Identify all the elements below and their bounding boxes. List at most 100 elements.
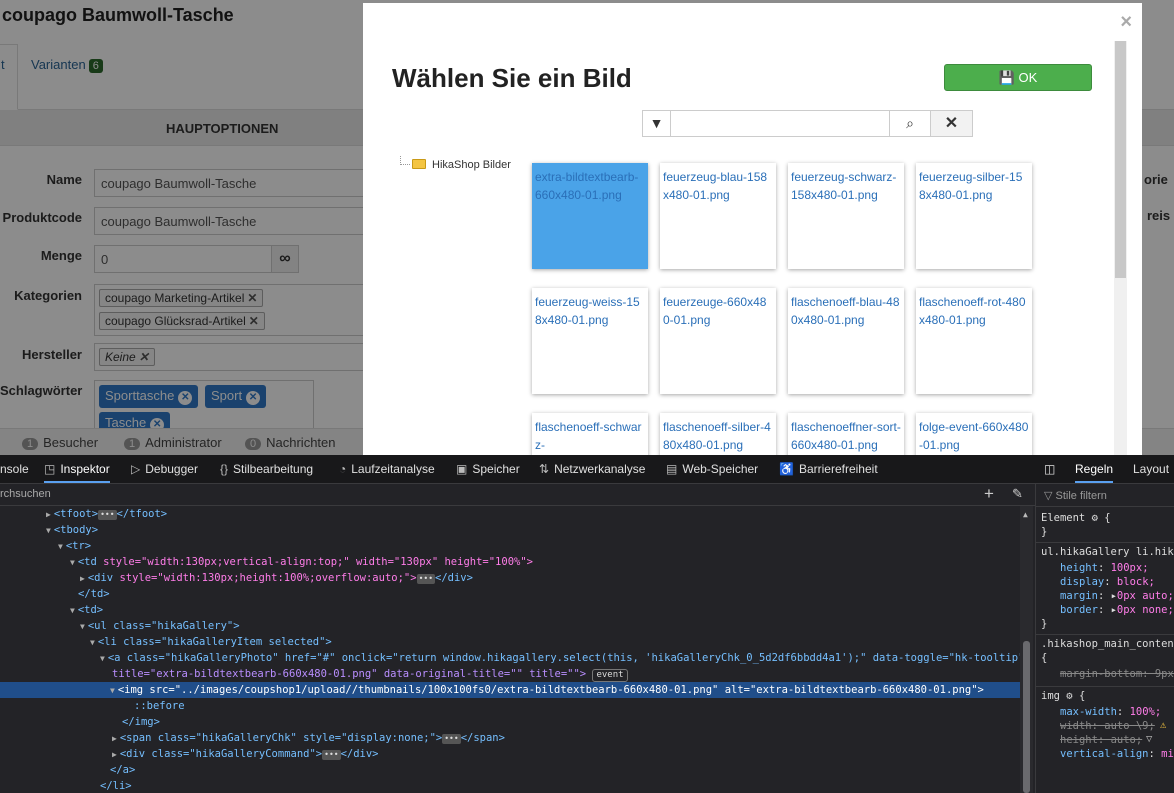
expand-icon[interactable]: ▶ bbox=[80, 574, 85, 583]
rules-panel: ▽ Stile filtern Element ⚙ { } ul.hikaGal… bbox=[1035, 484, 1174, 793]
collapse-icon[interactable]: ▼ bbox=[80, 622, 85, 631]
tab-layout[interactable]: Layout bbox=[1133, 462, 1169, 476]
tab-console[interactable]: nsole bbox=[0, 462, 29, 476]
clear-search-icon[interactable]: ✕ bbox=[930, 110, 973, 137]
collapse-icon[interactable]: ▼ bbox=[90, 638, 95, 647]
filter-icon[interactable]: ▼ bbox=[642, 110, 671, 137]
collapse-icon[interactable]: ▼ bbox=[100, 654, 105, 663]
tree-node[interactable]: </img> bbox=[0, 714, 1020, 730]
filter-styles-input[interactable]: ▽ Stile filtern bbox=[1036, 484, 1174, 507]
accessibility-icon: ♿ bbox=[779, 462, 794, 476]
search-icon[interactable]: ⌕ bbox=[889, 110, 931, 137]
tag-text: <li class="hikaGalleryItem selected"> bbox=[97, 636, 332, 648]
tree-node[interactable]: ▼ <li class="hikaGalleryItem selected"> bbox=[0, 634, 1020, 650]
rule-brace: { bbox=[1041, 652, 1048, 664]
sidebar-toggle-icon[interactable]: ◫ bbox=[1044, 462, 1055, 476]
rule-declaration[interactable]: vertical-align: mid bbox=[1060, 748, 1174, 760]
html-search-input[interactable]: rchsuchen bbox=[0, 488, 51, 500]
tree-node[interactable]: ::before bbox=[0, 698, 1020, 714]
add-node-icon[interactable]: + bbox=[984, 484, 994, 504]
gallery-item[interactable]: flaschenoeffner-sort-660x480-01.png bbox=[788, 413, 904, 455]
search-input[interactable] bbox=[670, 110, 890, 137]
scroll-up-icon[interactable]: ▲ bbox=[1023, 510, 1028, 519]
tree-node[interactable]: </li> bbox=[0, 778, 1020, 793]
tab-accessibility[interactable]: ♿ Barrierefreiheit bbox=[779, 462, 878, 476]
gallery-item[interactable]: feuerzeug-silber-158x480-01.png bbox=[916, 163, 1032, 269]
tree-node[interactable]: ▼ <td style="width:130px;vertical-align:t… bbox=[0, 554, 1020, 570]
collapse-icon[interactable]: ▼ bbox=[58, 542, 63, 551]
tree-node[interactable]: title="extra-bildtextbearb-660x480-01.pn… bbox=[0, 666, 1020, 682]
tab-performance[interactable]: ◔ Laufzeitanalyse bbox=[339, 462, 435, 476]
gallery-item[interactable]: flaschenoeff-schwarz- bbox=[532, 413, 648, 455]
tree-node[interactable]: ▼ <tbody> bbox=[0, 522, 1020, 538]
tab-rules[interactable]: Regeln bbox=[1075, 462, 1114, 483]
rule-declaration[interactable]: display: block; bbox=[1060, 576, 1155, 588]
tree-node[interactable]: ▼ <a class="hikaGalleryPhoto" href="#" on… bbox=[0, 650, 1020, 666]
scrollbar-thumb[interactable] bbox=[1023, 641, 1030, 793]
collapse-icon[interactable]: ▼ bbox=[46, 526, 51, 535]
folder-icon bbox=[412, 159, 426, 169]
prop-name: border bbox=[1060, 604, 1098, 616]
scrollbar-thumb[interactable] bbox=[1115, 41, 1126, 278]
tree-node-selected[interactable]: ▼ <img src="../images/coupshop1/upload//t… bbox=[0, 682, 1020, 698]
gallery-item[interactable]: feuerzeug-weiss-158x480-01.png bbox=[532, 288, 648, 394]
tree-node[interactable]: ▼ <tr> bbox=[0, 538, 1020, 554]
tree-node[interactable]: ▶ <span class="hikaGalleryChk" style="dis… bbox=[0, 730, 1020, 746]
tag-text: </div> bbox=[435, 572, 473, 584]
gallery-item[interactable]: folge-event-660x480-01.png bbox=[916, 413, 1032, 455]
rule-declaration[interactable]: max-width: 100%; bbox=[1060, 706, 1161, 718]
expand-icon[interactable]: ▶ bbox=[112, 734, 117, 743]
ellipsis-badge[interactable]: ••• bbox=[442, 734, 461, 744]
ellipsis-badge[interactable]: ••• bbox=[98, 510, 117, 520]
tab-storage[interactable]: ▤ Web-Speicher bbox=[666, 462, 758, 476]
gear-icon[interactable]: ⚙ bbox=[1066, 690, 1072, 702]
rule-declaration[interactable]: margin: ▸0px auto; bbox=[1060, 590, 1174, 602]
rule-declaration[interactable]: border: ▸0px none; bbox=[1060, 604, 1174, 616]
prop-name: height bbox=[1060, 562, 1098, 574]
rule-declaration-overridden[interactable]: width: auto \9; bbox=[1060, 720, 1155, 732]
tree-node[interactable]: ▶ <div class="hikaGalleryCommand"> ••• </di… bbox=[0, 746, 1020, 762]
tree-node[interactable]: ▶ <div style="width:130px;height:100%;ove… bbox=[0, 570, 1020, 586]
gallery-item[interactable]: flaschenoeff-rot-480x480-01.png bbox=[916, 288, 1032, 394]
collapse-icon[interactable]: ▼ bbox=[110, 686, 115, 695]
tab-style-editor[interactable]: {} Stilbearbeitung bbox=[220, 462, 313, 476]
eyedropper-icon[interactable]: ✎ bbox=[1012, 486, 1023, 502]
prop-name: margin bbox=[1060, 590, 1098, 602]
tree-node[interactable]: </td> bbox=[0, 586, 1020, 602]
tab-memory[interactable]: ▣ Speicher bbox=[456, 462, 520, 476]
event-badge[interactable]: event bbox=[592, 669, 628, 682]
rule-declaration-overridden[interactable]: margin-bottom: 9px; bbox=[1060, 668, 1174, 680]
gallery-item[interactable]: feuerzeuge-660x480-01.png bbox=[660, 288, 776, 394]
gallery-item[interactable]: feuerzeug-blau-158x480-01.png bbox=[660, 163, 776, 269]
gallery-item[interactable]: flaschenoeff-silber-480x480-01.png bbox=[660, 413, 776, 455]
gauge-icon: ◔ bbox=[339, 462, 347, 476]
gallery-item[interactable]: flaschenoeff-blau-480x480-01.png bbox=[788, 288, 904, 394]
expand-icon[interactable]: ▶ bbox=[46, 510, 51, 519]
gallery-item[interactable]: feuerzeug-schwarz-158x480-01.png bbox=[788, 163, 904, 269]
ok-button[interactable]: 💾 OK bbox=[944, 64, 1092, 91]
tab-inspector[interactable]: ◳ Inspektor bbox=[44, 462, 110, 483]
markup-scrollbar[interactable]: ▲ bbox=[1020, 506, 1033, 793]
tree-node[interactable]: </a> bbox=[0, 762, 1020, 778]
tree-node[interactable]: ▼ <td> bbox=[0, 602, 1020, 618]
tree-item-root[interactable]: HikaShop Bilder bbox=[432, 159, 511, 171]
tab-debugger[interactable]: ▷ Debugger bbox=[131, 462, 198, 476]
filter-placeholder: Stile filtern bbox=[1055, 490, 1107, 502]
collapse-icon[interactable]: ▼ bbox=[70, 606, 75, 615]
collapse-icon[interactable]: ▼ bbox=[70, 558, 75, 567]
filter-icon[interactable]: ▽ bbox=[1146, 733, 1152, 745]
gear-icon[interactable]: ⚙ bbox=[1092, 512, 1098, 524]
tree-node[interactable]: ▼ <ul class="hikaGallery"> bbox=[0, 618, 1020, 634]
tree-node[interactable]: ▶ <tfoot> ••• </tfoot> bbox=[0, 506, 1020, 522]
close-icon[interactable]: × bbox=[1120, 11, 1132, 34]
search-bar: ▼ ⌕ ✕ bbox=[642, 110, 973, 137]
ellipsis-badge[interactable]: ••• bbox=[322, 750, 341, 760]
modal-scrollbar[interactable] bbox=[1114, 41, 1127, 455]
rule-declaration-overridden[interactable]: height: auto; bbox=[1060, 734, 1142, 746]
rule-declaration[interactable]: height: 100px; bbox=[1060, 562, 1149, 574]
warning-icon[interactable]: ⚠ bbox=[1160, 719, 1166, 731]
ellipsis-badge[interactable]: ••• bbox=[416, 574, 436, 584]
gallery-item-selected[interactable]: extra-bildtextbearb-660x480-01.png bbox=[532, 163, 648, 269]
expand-icon[interactable]: ▶ bbox=[112, 750, 117, 759]
tab-network[interactable]: ⇅ Netzwerkanalyse bbox=[539, 462, 645, 476]
